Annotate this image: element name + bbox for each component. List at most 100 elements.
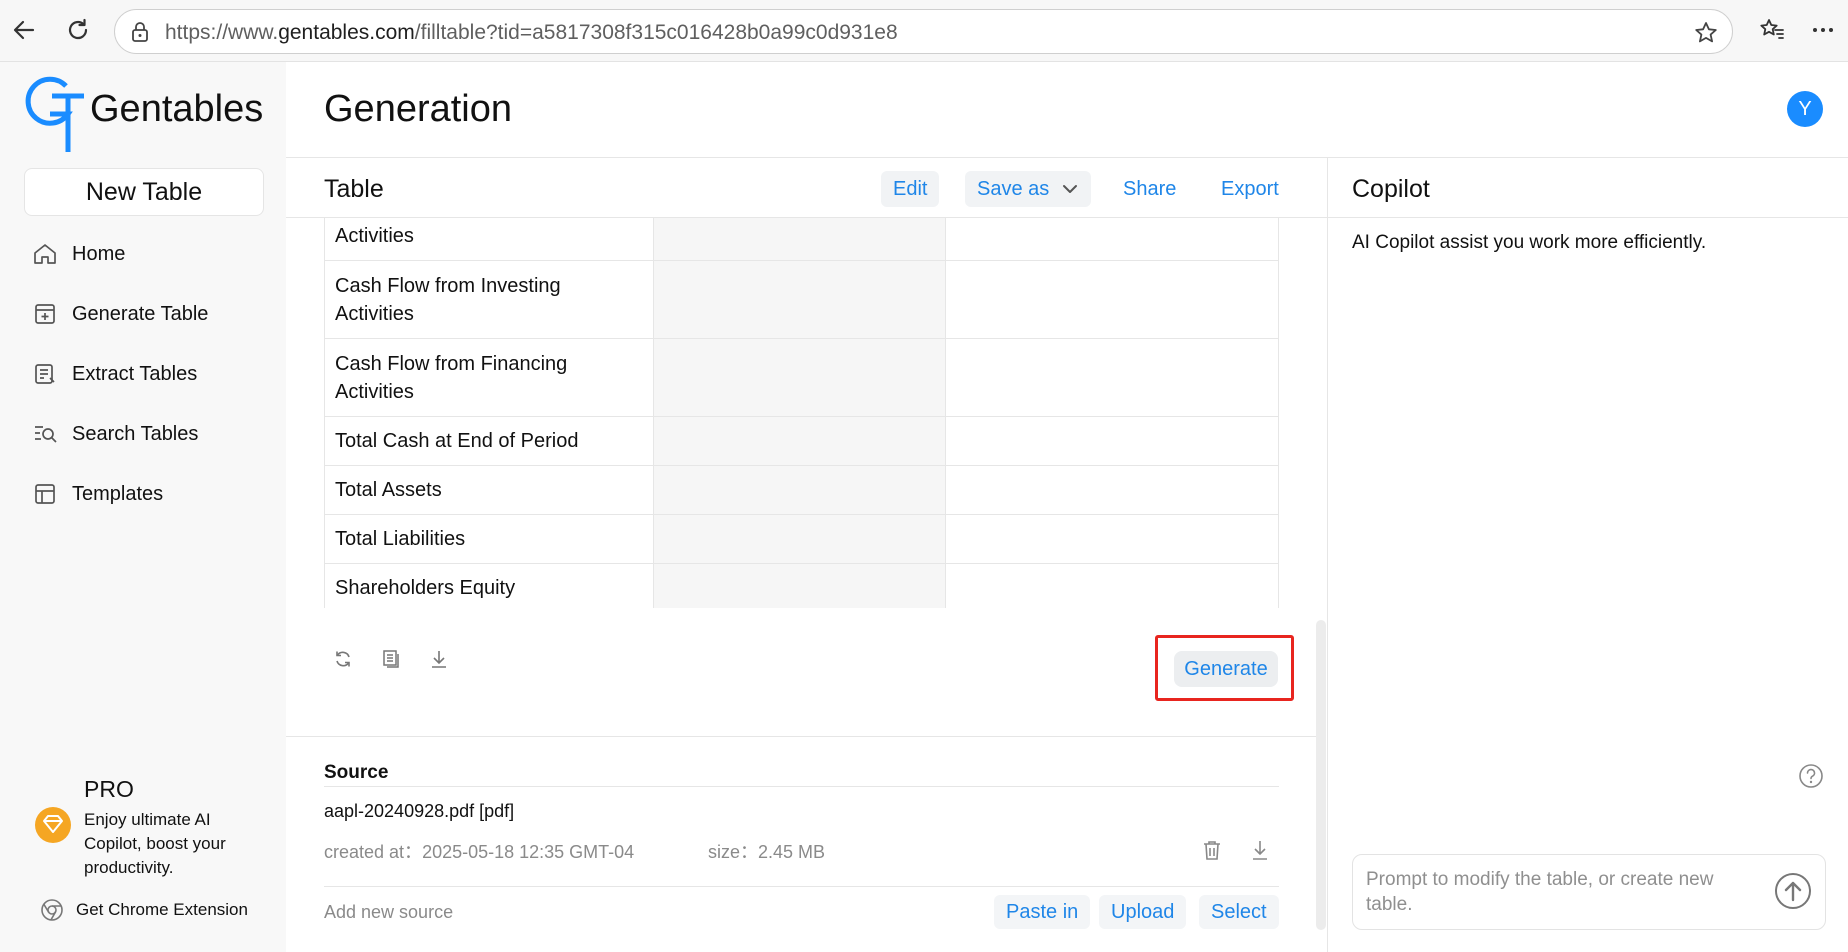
table-panel-title: Table [324, 175, 384, 203]
scrollbar[interactable] [1316, 620, 1326, 930]
save-as-dropdown[interactable]: Save as [965, 171, 1092, 207]
table-cell[interactable] [652, 416, 947, 466]
pro-description[interactable]: Enjoy ultimate AI Copilot, boost your pr… [84, 808, 254, 880]
templates-icon [35, 484, 55, 504]
data-table: Activities Cash Flow from Investing Acti… [324, 218, 1279, 608]
new-table-button[interactable]: New Table [24, 168, 264, 216]
table-cell[interactable]: Activities [324, 218, 654, 261]
select-button[interactable]: Select [1199, 895, 1279, 929]
back-icon[interactable] [8, 14, 40, 46]
source-download-icon[interactable] [1250, 839, 1270, 866]
table-cell[interactable]: Total Cash at End of Period [324, 416, 654, 466]
table-cell[interactable] [945, 563, 1279, 608]
prompt-placeholder: Prompt to modify the table, or create ne… [1366, 869, 1714, 915]
chrome-extension-link[interactable]: Get Chrome Extension [40, 898, 248, 922]
table-cell[interactable] [652, 218, 947, 261]
table-cell[interactable] [945, 465, 1279, 515]
search-tables-icon [35, 426, 57, 443]
table-cell[interactable]: Total Liabilities [324, 514, 654, 564]
table-cell[interactable] [652, 563, 947, 608]
more-menu-icon[interactable] [1807, 14, 1839, 46]
refresh-icon[interactable] [329, 645, 357, 673]
address-bar[interactable]: https://www.gentables.com/filltable?tid=… [114, 9, 1733, 54]
chrome-extension-label: Get Chrome Extension [76, 900, 248, 919]
gentables-logo[interactable] [22, 72, 88, 152]
edit-button[interactable]: Edit [881, 171, 940, 207]
table-cell[interactable] [652, 465, 947, 515]
share-button[interactable]: Share [1123, 171, 1176, 207]
source-file-name[interactable]: aapl-20240928.pdf [pdf] [324, 801, 514, 822]
data-table-area: Activities Cash Flow from Investing Acti… [324, 218, 1279, 608]
url-text: https://www.gentables.com/filltable?tid=… [165, 21, 898, 45]
sidebar-item-label: Extract Tables [72, 362, 198, 385]
copilot-divider [1327, 157, 1328, 952]
table-row: Activities [324, 218, 1279, 261]
table-cell[interactable]: Cash Flow from Financing Activities [324, 338, 654, 417]
chevron-down-icon [1063, 185, 1078, 193]
url-prefix: https://www. [165, 21, 279, 44]
sidebar-item-label: Home [72, 242, 126, 265]
export-button[interactable]: Export [1221, 171, 1279, 207]
source-title: Source [324, 762, 389, 783]
table-cell[interactable] [945, 338, 1279, 417]
url-path: /filltable?tid=a5817308f315c016428b0a99c… [414, 21, 898, 44]
help-icon[interactable] [1798, 763, 1824, 794]
reload-icon[interactable] [62, 14, 94, 46]
table-cell[interactable]: Total Assets [324, 465, 654, 515]
generate-button[interactable]: Generate [1174, 651, 1278, 687]
sidebar-item-label: Search Tables [72, 422, 199, 445]
size-label: size： [708, 842, 759, 862]
pro-badge-icon[interactable] [34, 806, 72, 849]
copilot-prompt-input[interactable]: Prompt to modify the table, or create ne… [1352, 854, 1826, 930]
table-cell[interactable] [945, 260, 1279, 339]
favorites-icon[interactable] [1756, 14, 1788, 46]
copy-icon[interactable] [377, 645, 405, 673]
delete-icon[interactable] [1202, 839, 1222, 866]
created-value: 2025-05-18 12:35 GMT-04 [422, 842, 635, 862]
sidebar-item-templates[interactable]: Templates [32, 474, 163, 514]
table-cell[interactable]: Cash Flow from Investing Activities [324, 260, 654, 339]
sidebar: Gentables New Table Home Generate Table … [0, 62, 286, 952]
table-cell[interactable]: Shareholders Equity [324, 563, 654, 608]
table-cell[interactable] [945, 514, 1279, 564]
sidebar-item-generate-table[interactable]: Generate Table [32, 294, 208, 334]
star-icon[interactable] [1693, 20, 1719, 51]
sidebar-item-home[interactable]: Home [32, 234, 125, 274]
avatar[interactable]: Y [1787, 91, 1823, 127]
table-cell[interactable] [652, 260, 947, 339]
extract-tables-icon [35, 364, 55, 384]
logo-text: Gentables [90, 88, 264, 130]
paste-in-button[interactable]: Paste in [994, 895, 1091, 929]
table-cell[interactable] [945, 218, 1279, 261]
size-value: 2.45 MB [758, 842, 826, 862]
download-icon[interactable] [425, 645, 453, 673]
header-divider [286, 157, 1848, 158]
table-row: Cash Flow from Financing Activities [324, 338, 1279, 417]
table-row: Shareholders Equity [324, 563, 1279, 608]
page-title: Generation [324, 88, 513, 130]
source-footer-divider [324, 886, 1279, 887]
browser-toolbar: https://www.gentables.com/filltable?tid=… [0, 0, 1848, 62]
source-created: created at：2025-05-18 12:35 GMT-04 [324, 838, 634, 864]
add-new-source-label: Add new source [324, 902, 454, 922]
chrome-icon [41, 899, 63, 921]
copilot-title: Copilot [1352, 175, 1430, 203]
pro-title[interactable]: PRO [84, 776, 134, 803]
table-cell[interactable] [945, 416, 1279, 466]
table-row: Total Liabilities [324, 514, 1279, 564]
source-title-divider [324, 786, 1279, 787]
created-label: created at： [324, 842, 423, 862]
home-icon [34, 244, 56, 264]
lock-icon[interactable] [129, 21, 151, 48]
sidebar-item-extract-tables[interactable]: Extract Tables [32, 354, 197, 394]
table-row: Total Assets [324, 465, 1279, 515]
send-icon[interactable] [1773, 871, 1813, 916]
sidebar-item-label: Templates [72, 482, 164, 505]
source-size: size：2.45 MB [708, 838, 825, 864]
sidebar-item-search-tables[interactable]: Search Tables [32, 414, 198, 454]
table-cell[interactable] [652, 338, 947, 417]
table-row: Cash Flow from Investing Activities [324, 260, 1279, 339]
table-row: Total Cash at End of Period [324, 416, 1279, 466]
table-cell[interactable] [652, 514, 947, 564]
upload-button[interactable]: Upload [1099, 895, 1187, 929]
